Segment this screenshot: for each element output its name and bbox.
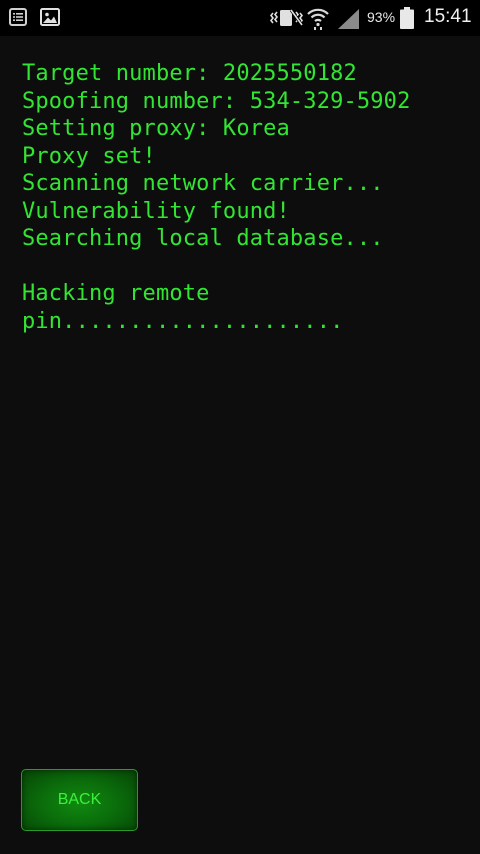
wifi-icon [306,5,330,31]
terminal-line: Target number: 2025550182 [22,61,357,86]
back-button[interactable]: BACK [21,769,138,831]
terminal-line: Hacking remote [22,281,210,306]
vibrate-icon [269,6,304,30]
battery-icon [400,7,414,29]
terminal-output: Target number: 2025550182 Spoofing numbe… [22,60,472,335]
terminal-line: Spoofing number: 534-329-5902 [22,88,411,114]
battery-percent: 93% [367,9,396,25]
terminal-line: Vulnerability found! [22,198,290,224]
gallery-icon [40,8,60,26]
terminal-line: Scanning network carrier... [22,171,384,196]
status-bar: 93% 15:41 [0,0,480,36]
terminal-line: Searching local database... [22,226,384,251]
terminal-line: Setting proxy: Korea [22,116,290,141]
clock: 15:41 [424,6,472,27]
signal-icon [336,8,360,30]
terminal-line: pin..................... [22,308,344,334]
notification-list-icon [9,8,27,26]
terminal-line: Proxy set! [22,143,156,169]
